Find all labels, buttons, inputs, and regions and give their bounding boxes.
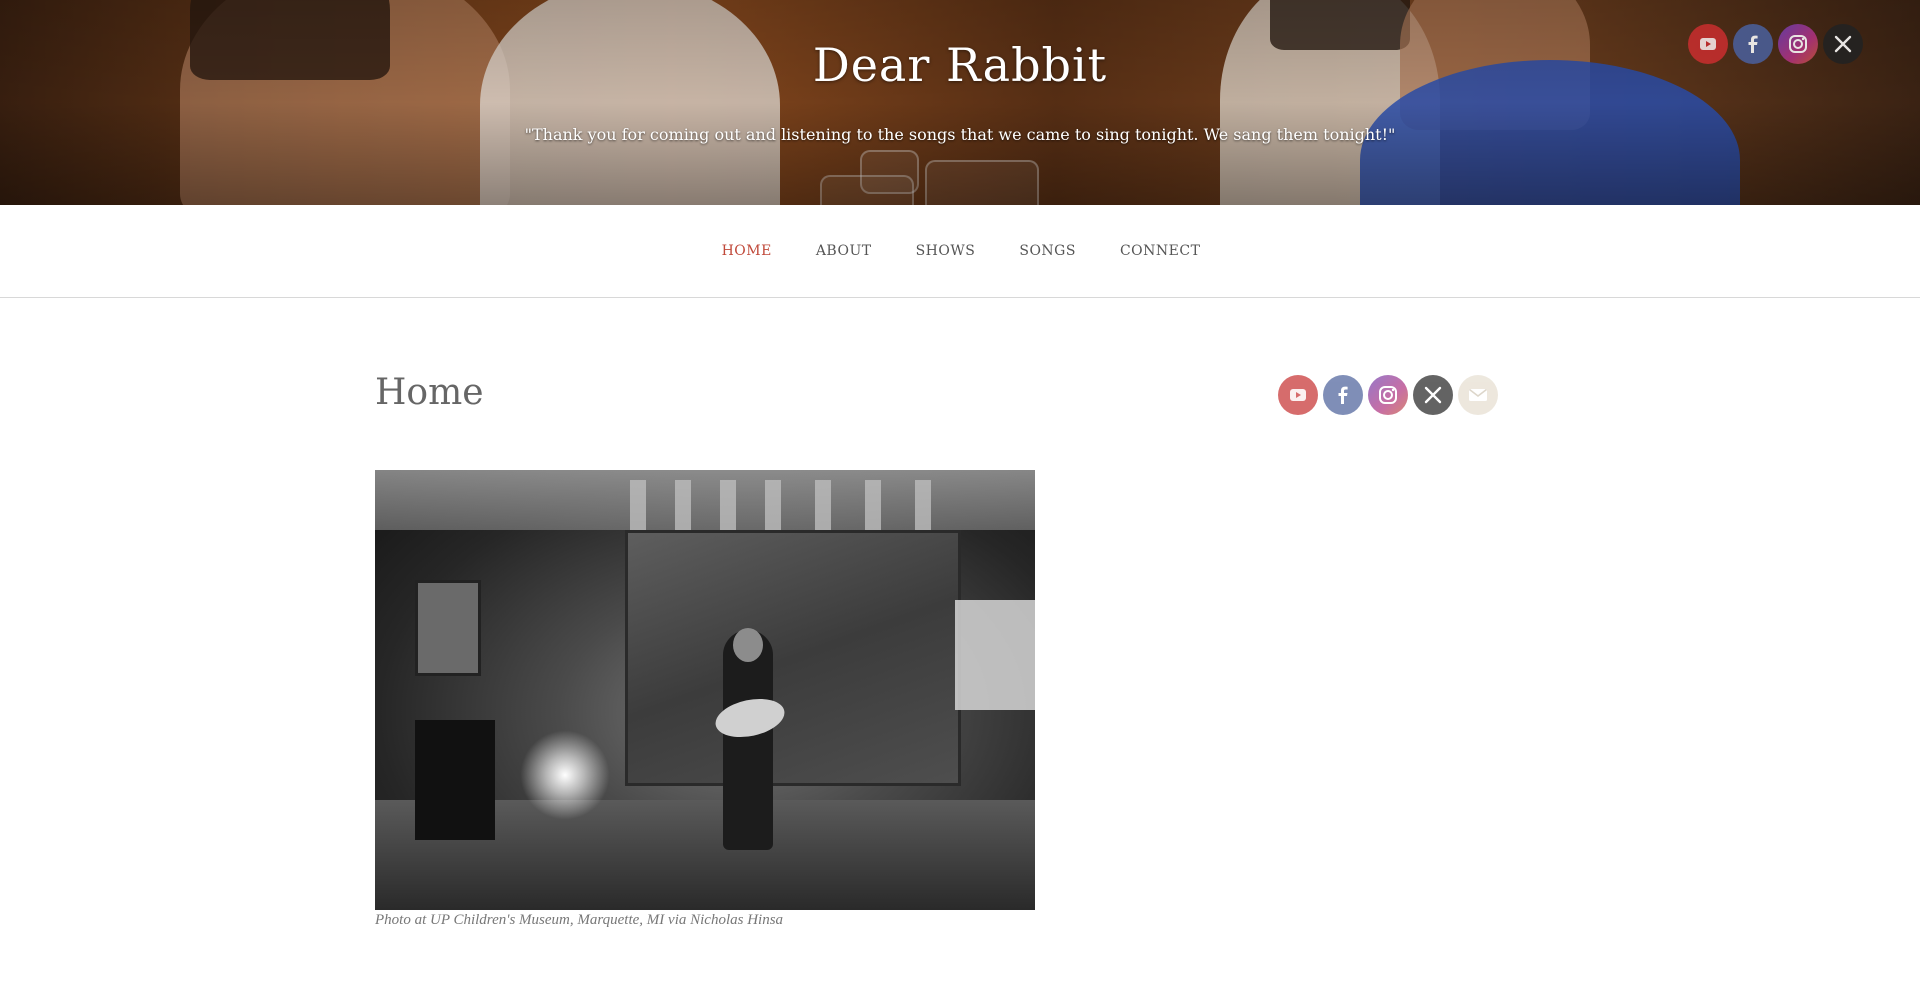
photo-ceiling — [375, 470, 1035, 530]
youtube-icon — [1700, 38, 1716, 50]
nav-item-about: ABOUT — [816, 242, 872, 260]
instagram-icon — [1379, 386, 1397, 404]
header-social-links — [1688, 24, 1863, 64]
photo-amplifier — [415, 720, 495, 840]
facebook-icon — [1338, 386, 1348, 404]
facebook-link[interactable] — [1323, 375, 1363, 415]
email-icon — [1469, 388, 1487, 401]
site-tagline: "Thank you for coming out and listening … — [524, 125, 1396, 144]
page-title: Home — [375, 372, 484, 413]
nav-link-songs[interactable]: SONGS — [1019, 243, 1076, 259]
sidebar-social-links — [1278, 375, 1498, 415]
photo-projector-screen — [955, 600, 1035, 710]
nav-item-songs: SONGS — [1019, 242, 1076, 260]
concert-photo — [375, 470, 1035, 910]
instagram-icon — [1789, 35, 1807, 53]
youtube-icon — [1290, 389, 1306, 401]
photo-caption: Photo at UP Children's Museum, Marquette… — [375, 912, 784, 928]
nav-link-shows[interactable]: SHOWS — [916, 243, 976, 259]
photo-performer-head — [733, 628, 763, 662]
site-title[interactable]: Dear Rabbit — [0, 38, 1920, 92]
photo-world-map — [625, 530, 961, 786]
x-icon — [1424, 386, 1442, 404]
x-twitter-link[interactable] — [1413, 375, 1453, 415]
header-banner: Dear Rabbit "Thank you for coming out an… — [0, 0, 1920, 205]
photo-stage-light — [520, 730, 610, 820]
youtube-link[interactable] — [1688, 24, 1728, 64]
nav-link-about[interactable]: ABOUT — [816, 243, 872, 259]
nav-menu: HOME ABOUT SHOWS SONGS CONNECT — [722, 242, 1201, 260]
x-icon — [1834, 35, 1852, 53]
facebook-icon — [1748, 35, 1758, 53]
photo-portrait-frame — [415, 580, 481, 676]
nav-link-home[interactable]: HOME — [722, 243, 772, 259]
banner-overlay — [0, 0, 1920, 205]
nav-item-connect: CONNECT — [1120, 242, 1200, 260]
facebook-link[interactable] — [1733, 24, 1773, 64]
main-navigation: HOME ABOUT SHOWS SONGS CONNECT — [0, 205, 1920, 298]
youtube-link[interactable] — [1278, 375, 1318, 415]
nav-link-connect[interactable]: CONNECT — [1120, 243, 1200, 259]
x-twitter-link[interactable] — [1823, 24, 1863, 64]
nav-item-home: HOME — [722, 242, 772, 260]
email-link[interactable] — [1458, 375, 1498, 415]
instagram-link[interactable] — [1778, 24, 1818, 64]
instagram-link[interactable] — [1368, 375, 1408, 415]
nav-item-shows: SHOWS — [916, 242, 976, 260]
photo-performer — [723, 630, 773, 850]
